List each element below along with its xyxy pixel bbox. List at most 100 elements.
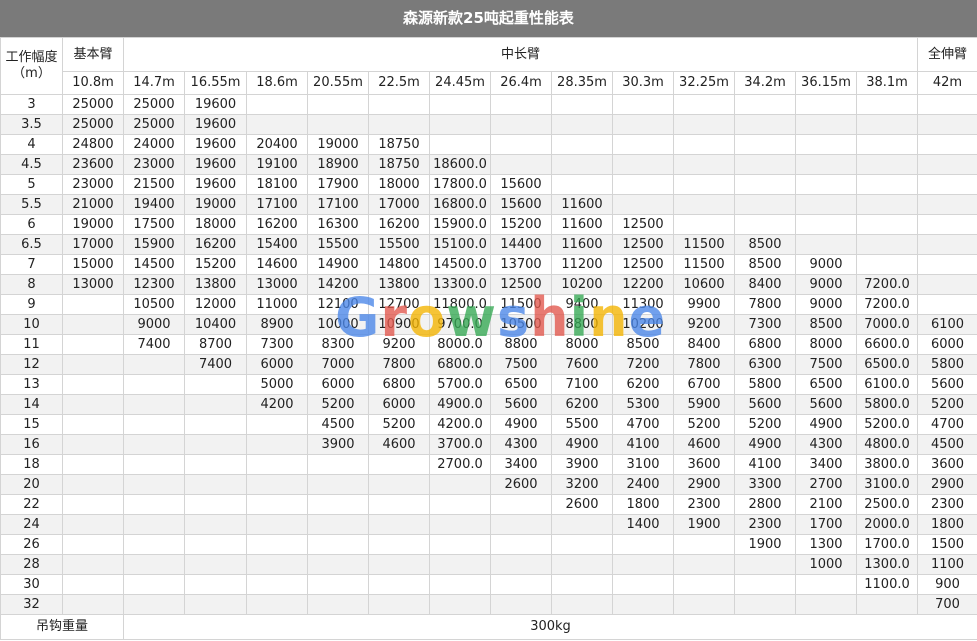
capacity-cell — [62, 454, 124, 475]
capacity-cell — [429, 494, 491, 515]
header-row-boom-lengths: 10.8m 14.7m 16.55m 18.6m 20.55m 22.5m 24.45m 26… — [1, 71, 977, 95]
capacity-cell — [551, 114, 613, 135]
capacity-cell: 7400 — [184, 354, 247, 375]
capacity-cell — [490, 554, 552, 575]
capacity-cell — [429, 574, 491, 595]
radius-cell: 5 — [0, 174, 63, 195]
capacity-cell: 7200.0 — [856, 274, 918, 295]
capacity-cell — [62, 474, 124, 495]
capacity-cell: 5600 — [795, 394, 857, 415]
footer-row: 吊钩重量 300kg — [0, 614, 977, 640]
capacity-cell: 1800 — [917, 514, 977, 535]
capacity-cell — [795, 114, 857, 135]
capacity-cell — [62, 534, 124, 555]
capacity-cell: 3900 — [307, 434, 369, 455]
radius-cell: 26 — [0, 534, 63, 555]
capacity-cell — [551, 514, 613, 535]
boom-length-header: 42m — [917, 71, 977, 95]
boom-length-header: 34.2m — [734, 71, 796, 95]
capacity-cell: 1300 — [795, 534, 857, 555]
capacity-cell — [62, 414, 124, 435]
capacity-cell: 6000 — [307, 374, 369, 395]
capacity-cell — [246, 594, 308, 615]
capacity-cell — [123, 534, 185, 555]
capacity-cell: 4600 — [673, 434, 735, 455]
capacity-cell — [795, 594, 857, 615]
capacity-cell: 14400 — [490, 234, 552, 255]
radius-cell: 32 — [0, 594, 63, 615]
capacity-cell: 18600.0 — [429, 154, 491, 175]
capacity-cell — [429, 514, 491, 535]
capacity-cell — [612, 114, 674, 135]
capacity-cell: 9400 — [551, 294, 613, 315]
capacity-cell: 19000 — [184, 194, 247, 215]
capacity-cell — [246, 514, 308, 535]
capacity-cell — [612, 574, 674, 595]
capacity-cell: 9700.0 — [429, 314, 491, 335]
capacity-cell — [917, 134, 977, 155]
capacity-cell: 4500 — [917, 434, 977, 455]
capacity-cell — [612, 194, 674, 215]
capacity-cell: 5500 — [551, 414, 613, 435]
radius-cell: 14 — [0, 394, 63, 415]
capacity-cell: 2300 — [734, 514, 796, 535]
capacity-cell: 15500 — [307, 234, 369, 255]
radius-cell: 30 — [0, 574, 63, 595]
capacity-cell — [551, 594, 613, 615]
capacity-cell — [246, 554, 308, 575]
capacity-cell: 11200 — [551, 254, 613, 275]
table-row: 22 2600 1800 2300 2800 2100 2500.0 2300 — [0, 494, 977, 515]
capacity-cell: 19600 — [184, 154, 247, 175]
capacity-cell — [123, 394, 185, 415]
capacity-cell: 12100 — [307, 294, 369, 315]
capacity-cell — [734, 154, 796, 175]
capacity-cell: 11500 — [490, 294, 552, 315]
capacity-cell — [62, 554, 124, 575]
capacity-cell: 9900 — [673, 294, 735, 315]
boom-length-header: 26.4m — [490, 71, 552, 95]
capacity-cell — [856, 194, 918, 215]
capacity-cell — [734, 574, 796, 595]
capacity-cell — [429, 94, 491, 115]
capacity-cell — [551, 134, 613, 155]
capacity-cell — [62, 514, 124, 535]
table-row: 5.5 21000 19400 19000 17100 17100 17000 16800.0… — [0, 194, 977, 215]
capacity-cell: 6600.0 — [856, 334, 918, 355]
capacity-cell: 7200.0 — [856, 294, 918, 315]
capacity-cell: 13300.0 — [429, 274, 491, 295]
capacity-cell — [795, 94, 857, 115]
capacity-cell: 8400 — [734, 274, 796, 295]
capacity-cell: 4100 — [612, 434, 674, 455]
capacity-cell: 19600 — [184, 114, 247, 135]
capacity-cell: 9000 — [123, 314, 185, 335]
capacity-cell — [246, 454, 308, 475]
capacity-cell: 5200 — [673, 414, 735, 435]
capacity-cell — [429, 134, 491, 155]
capacity-cell — [734, 114, 796, 135]
capacity-cell — [917, 194, 977, 215]
radius-cell: 22 — [0, 494, 63, 515]
capacity-cell: 4700 — [612, 414, 674, 435]
capacity-cell: 2400 — [612, 474, 674, 495]
capacity-cell: 15400 — [246, 234, 308, 255]
capacity-cell — [917, 294, 977, 315]
radius-cell: 4 — [0, 134, 63, 155]
radius-cell: 9 — [0, 294, 63, 315]
capacity-cell: 4900 — [551, 434, 613, 455]
capacity-cell: 6200 — [551, 394, 613, 415]
capacity-cell: 7200 — [612, 354, 674, 375]
radius-cell: 4.5 — [0, 154, 63, 175]
capacity-cell — [734, 214, 796, 235]
capacity-cell — [490, 594, 552, 615]
capacity-cell: 2900 — [917, 474, 977, 495]
capacity-cell: 11600 — [551, 194, 613, 215]
capacity-cell — [734, 554, 796, 575]
capacity-cell: 12000 — [184, 294, 247, 315]
capacity-cell: 23000 — [62, 174, 124, 195]
performance-table-page: 森源新款25吨起重性能表 工作幅度 （m） 基本臂 中长臂 全伸臂 10.8m … — [0, 0, 977, 641]
capacity-cell: 8500 — [612, 334, 674, 355]
radius-cell: 20 — [0, 474, 63, 495]
capacity-cell — [551, 554, 613, 575]
capacity-cell: 4800.0 — [856, 434, 918, 455]
capacity-cell — [184, 534, 247, 555]
